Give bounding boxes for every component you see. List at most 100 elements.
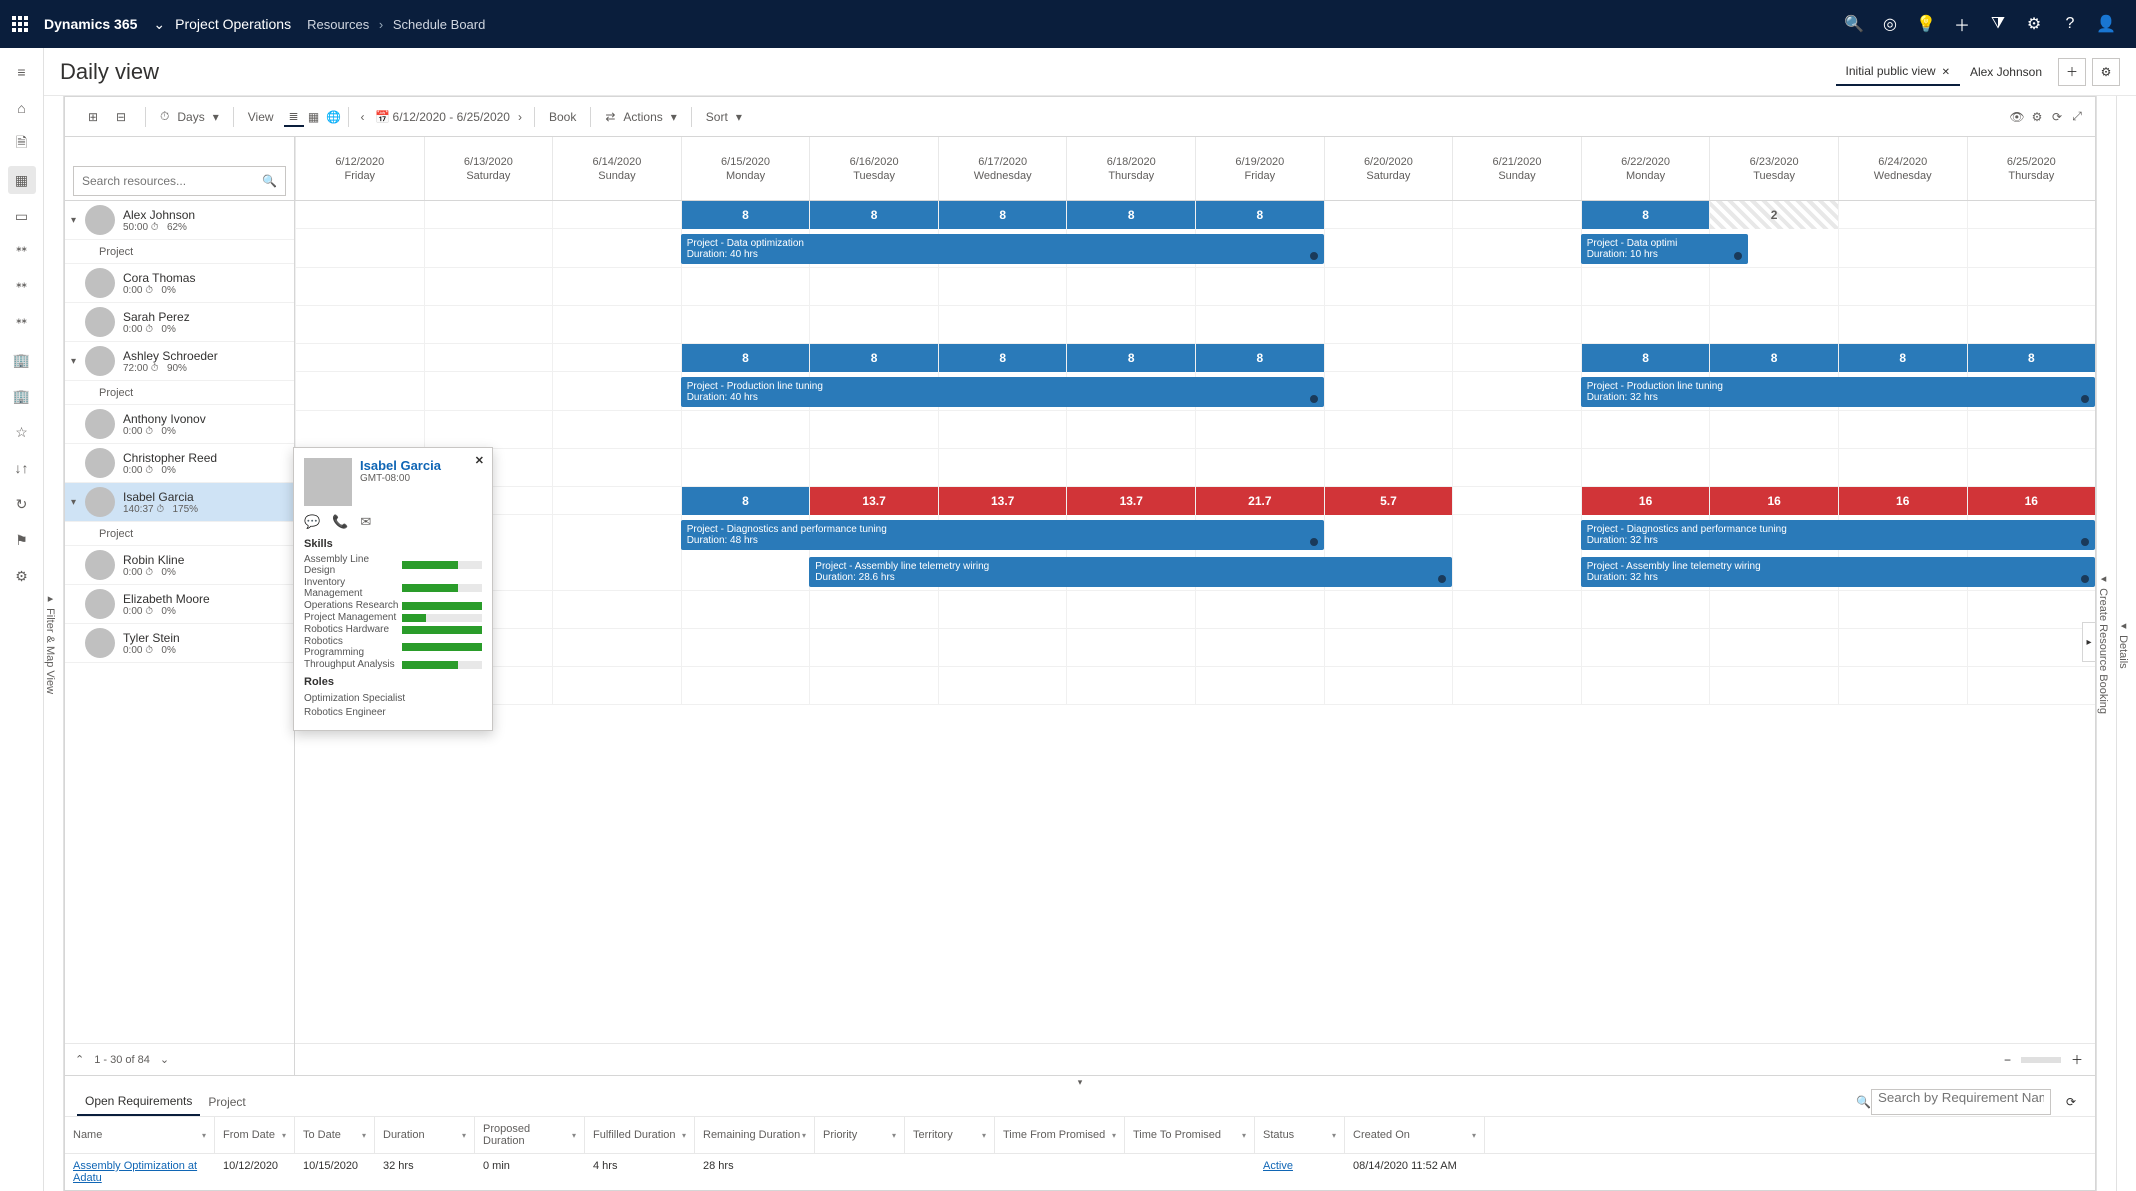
nav-people-icon[interactable]: ᕯ: [8, 238, 36, 266]
utilization-chip[interactable]: 8: [1968, 344, 2095, 372]
date-column[interactable]: 6/14/2020Sunday: [552, 137, 681, 200]
utilization-chip[interactable]: 8: [1710, 344, 1838, 372]
requirement-search[interactable]: [1871, 1089, 2051, 1115]
utilization-chip[interactable]: 8: [810, 344, 938, 372]
app-launcher-icon[interactable]: [12, 16, 28, 32]
fullscreen-icon[interactable]: ⤢: [2067, 107, 2087, 127]
nav-settings-icon[interactable]: ⚙: [8, 562, 36, 590]
details-rail[interactable]: ◂ Details: [2116, 96, 2136, 1191]
list-view-icon[interactable]: ≣: [284, 107, 304, 127]
module-label[interactable]: Project Operations: [175, 16, 291, 32]
column-header[interactable]: Priority▾: [815, 1117, 905, 1153]
grid-cell[interactable]: Assembly Optimization at Adatu: [65, 1154, 215, 1190]
utilization-chip[interactable]: 13.7: [1067, 487, 1195, 515]
date-column[interactable]: 6/18/2020Thursday: [1066, 137, 1195, 200]
resource-row[interactable]: Robin Kline0:00 ⏱ 0%: [65, 546, 294, 585]
utilization-chip[interactable]: 8: [1067, 201, 1195, 229]
resource-row[interactable]: Tyler Stein0:00 ⏱ 0%: [65, 624, 294, 663]
prev-icon[interactable]: ‹: [353, 107, 373, 127]
resource-search-input[interactable]: [82, 174, 262, 188]
chat-icon[interactable]: 💬: [304, 514, 320, 530]
date-column[interactable]: 6/24/2020Wednesday: [1838, 137, 1967, 200]
column-header[interactable]: Name▾: [65, 1117, 215, 1153]
resource-row[interactable]: Sarah Perez0:00 ⏱ 0%: [65, 303, 294, 342]
nav-schedule-icon[interactable]: ▦: [8, 166, 36, 194]
nav-org-icon[interactable]: 🏢: [8, 346, 36, 374]
collapse-rows-icon[interactable]: ⊟: [111, 107, 131, 127]
utilization-chip[interactable]: 2: [1710, 201, 1838, 229]
refresh-icon[interactable]: ⟳: [2047, 107, 2067, 127]
lightbulb-icon[interactable]: 💡: [1908, 14, 1944, 34]
chevron-down-icon[interactable]: ⌄: [153, 16, 165, 33]
utilization-chip[interactable]: 5.7: [1325, 487, 1453, 515]
resource-row[interactable]: ▾Alex Johnson50:00 ⏱ 62%: [65, 201, 294, 240]
nav-home-icon[interactable]: ⌂: [8, 94, 36, 122]
booking-bar[interactable]: Project - Diagnostics and performance tu…: [1581, 520, 2095, 550]
close-tab-icon[interactable]: ✕: [1942, 67, 1950, 78]
date-column[interactable]: 6/21/2020Sunday: [1452, 137, 1581, 200]
filter-map-rail[interactable]: ▸ Filter & Map View: [44, 96, 64, 1191]
resize-handle[interactable]: ▾: [65, 1076, 2095, 1088]
booking-bar[interactable]: Project - Diagnostics and performance tu…: [681, 520, 1324, 550]
utilization-chip[interactable]: 16: [1839, 487, 1967, 515]
column-header[interactable]: Created On▾: [1345, 1117, 1485, 1153]
resource-row[interactable]: Christopher Reed0:00 ⏱ 0%: [65, 444, 294, 483]
utilization-chip[interactable]: 16: [1968, 487, 2095, 515]
column-header[interactable]: Territory▾: [905, 1117, 995, 1153]
column-header[interactable]: Remaining Duration▾: [695, 1117, 815, 1153]
utilization-chip[interactable]: 8: [1839, 344, 1967, 372]
reload-icon[interactable]: ⟳: [2059, 1095, 2083, 1109]
booking-bar[interactable]: Project - Assembly line telemetry wiring…: [1581, 557, 2095, 587]
utilization-chip[interactable]: 16: [1582, 487, 1710, 515]
resource-search[interactable]: 🔍: [73, 166, 286, 196]
utilization-chip[interactable]: 21.7: [1196, 487, 1324, 515]
nav-menu-icon[interactable]: ≡: [8, 58, 36, 86]
date-column[interactable]: 6/13/2020Saturday: [424, 137, 553, 200]
nav-person2-icon[interactable]: ᕯ: [8, 310, 36, 338]
view-tab-alex[interactable]: Alex Johnson: [1960, 59, 2052, 85]
resource-card-name[interactable]: Isabel Garcia: [360, 458, 441, 473]
nav-star-icon[interactable]: ☆: [8, 418, 36, 446]
nav-refresh-icon[interactable]: ↻: [8, 490, 36, 518]
search-icon[interactable]: 🔍: [1836, 14, 1872, 34]
nav-chart-icon[interactable]: ▭: [8, 202, 36, 230]
close-icon[interactable]: ✕: [475, 454, 484, 467]
nav-recent-icon[interactable]: 🗎: [8, 130, 36, 158]
date-column[interactable]: 6/19/2020Friday: [1195, 137, 1324, 200]
utilization-chip[interactable]: 8: [1196, 344, 1324, 372]
booking-bar[interactable]: Project - Production line tuningDuration…: [1581, 377, 2095, 407]
req-search-icon[interactable]: 🔍: [1856, 1095, 1871, 1109]
sort-dropdown[interactable]: Sort ▾: [696, 110, 752, 124]
resource-row[interactable]: ▾Ashley Schroeder72:00 ⏱ 90%: [65, 342, 294, 381]
page-down-icon[interactable]: ⌄: [160, 1053, 169, 1066]
resource-row[interactable]: Elizabeth Moore0:00 ⏱ 0%: [65, 585, 294, 624]
actions-dropdown[interactable]: ⇄ Actions ▾: [595, 110, 686, 124]
tab-open-requirements[interactable]: Open Requirements: [77, 1088, 200, 1116]
gear-icon[interactable]: ⚙: [2016, 14, 2052, 34]
date-column[interactable]: 6/23/2020Tuesday: [1709, 137, 1838, 200]
calendar-icon[interactable]: 📅: [373, 107, 393, 127]
page-up-icon[interactable]: ⌃: [75, 1053, 84, 1066]
booking-bar[interactable]: Project - Data optimiDuration: 10 hrs: [1581, 234, 1748, 264]
nav-sort-icon[interactable]: ↓↑: [8, 454, 36, 482]
phone-icon[interactable]: 📞: [332, 514, 348, 530]
column-header[interactable]: Fulfilled Duration▾: [585, 1117, 695, 1153]
column-header[interactable]: Status▾: [1255, 1117, 1345, 1153]
date-column[interactable]: 6/16/2020Tuesday: [809, 137, 938, 200]
resource-row[interactable]: Cora Thomas0:00 ⏱ 0%: [65, 264, 294, 303]
date-column[interactable]: 6/15/2020Monday: [681, 137, 810, 200]
user-icon[interactable]: 👤: [2088, 14, 2124, 34]
plus-icon[interactable]: ＋: [1944, 12, 1980, 36]
mail-icon[interactable]: ✉: [360, 514, 371, 530]
column-header[interactable]: Time To Promised▾: [1125, 1117, 1255, 1153]
utilization-chip[interactable]: 13.7: [810, 487, 938, 515]
resource-row[interactable]: Anthony Ivonov0:00 ⏱ 0%: [65, 405, 294, 444]
search-icon[interactable]: 🔍: [262, 174, 277, 188]
utilization-chip[interactable]: 8: [1196, 201, 1324, 229]
nav-team-icon[interactable]: 🏢: [8, 382, 36, 410]
resource-row[interactable]: ▾Isabel Garcia140:37 ⏱ 175%: [65, 483, 294, 522]
booking-bar[interactable]: Project - Production line tuningDuration…: [681, 377, 1324, 407]
utilization-chip[interactable]: 16: [1710, 487, 1838, 515]
column-header[interactable]: Proposed Duration▾: [475, 1117, 585, 1153]
utilization-chip[interactable]: 13.7: [939, 487, 1067, 515]
